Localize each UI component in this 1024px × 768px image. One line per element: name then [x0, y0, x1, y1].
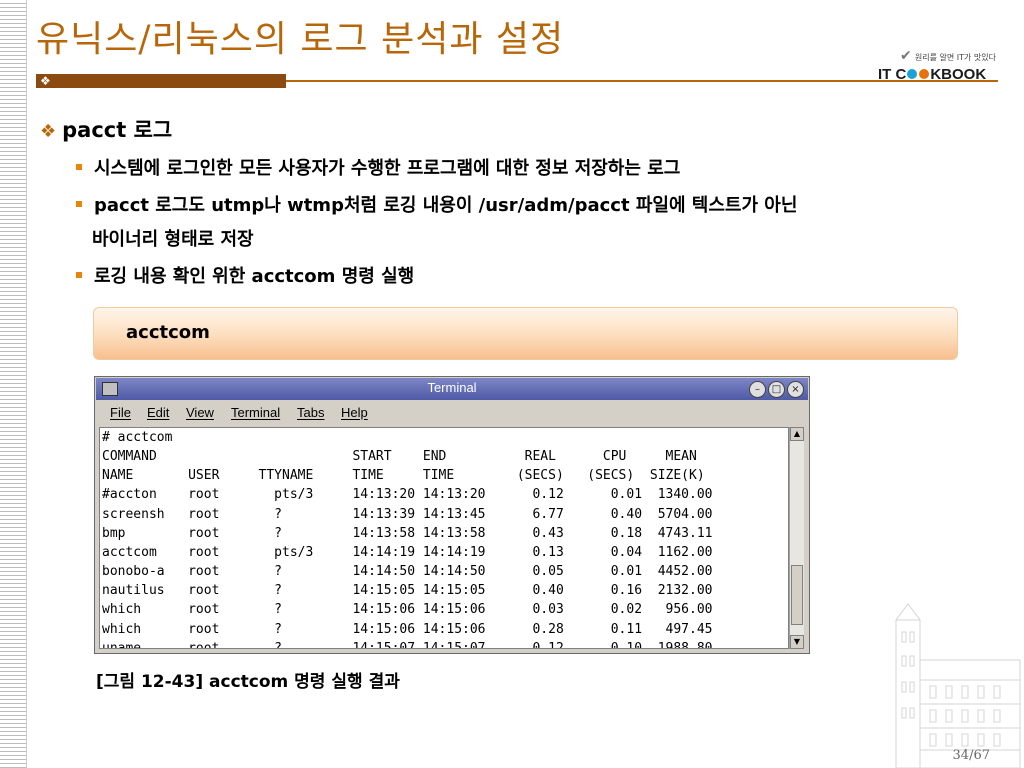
terminal-titlebar[interactable]: Terminal – □ ×	[96, 378, 808, 400]
terminal-row: uname root ? 14:15:07 14:15:07 0.12 0.10…	[102, 640, 713, 649]
bullet-text: 시스템에 로그인한 모든 사용자가 수행한 프로그램에 대한 정보 저장하는 로…	[94, 158, 681, 179]
terminal-window: Terminal – □ × File Edit View Terminal T…	[94, 376, 810, 654]
terminal-output[interactable]: # acctcom COMMAND START END REAL CPU MEA…	[99, 427, 789, 649]
logo-wordmark: IT C KBOOK	[878, 66, 987, 83]
terminal-row: #accton root pts/3 14:13:20 14:13:20 0.1…	[102, 487, 713, 503]
terminal-prompt-line: # acctcom	[102, 430, 173, 445]
decorative-side-stripe	[0, 0, 27, 768]
terminal-row: which root ? 14:15:06 14:15:06 0.28 0.11…	[102, 621, 713, 637]
scrollbar-thumb[interactable]	[791, 565, 803, 625]
menu-view[interactable]: View	[186, 405, 214, 420]
slide-title: 유닉스/리눅스의 로그 분석과 설정	[36, 19, 565, 60]
figure-caption: [그림 12-43] acctcom 명령 실행 결과	[96, 672, 400, 692]
logo-slogan: 원리를 알면 IT가 맛있다	[914, 53, 996, 62]
scroll-down-icon[interactable]: ▼	[790, 635, 804, 649]
square-bullet-icon	[76, 201, 82, 207]
menu-help[interactable]: Help	[341, 405, 368, 420]
check-icon: ✔	[900, 48, 912, 64]
terminal-menubar: File Edit View Terminal Tabs Help	[96, 401, 808, 425]
bullet-text: pacct 로그도 utmp나 wtmp처럼 로깅 내용이 /usr/adm/p…	[94, 195, 798, 216]
square-bullet-icon	[76, 272, 82, 278]
terminal-header-row: NAME USER TTYNAME TIME TIME (SECS) (SECS…	[102, 468, 705, 484]
menu-terminal[interactable]: Terminal	[231, 405, 280, 420]
bullet-text: 로깅 내용 확인 위한 acctcom 명령 실행	[94, 266, 415, 287]
terminal-row: which root ? 14:15:06 14:15:06 0.03 0.02…	[102, 602, 713, 618]
minimize-icon[interactable]: –	[749, 381, 766, 398]
terminal-row: bonobo-a root ? 14:14:50 14:14:50 0.05 0…	[102, 564, 713, 580]
command-box: acctcom	[93, 307, 958, 360]
close-icon[interactable]: ×	[787, 381, 804, 398]
maximize-icon[interactable]: □	[768, 381, 785, 398]
diamond-mini-icon: ❖	[40, 74, 51, 88]
terminal-row: nautilus root ? 14:15:05 14:15:05 0.40 0…	[102, 583, 713, 599]
bullet-item: 시스템에 로그인한 모든 사용자가 수행한 프로그램에 대한 정보 저장하는 로…	[76, 154, 680, 180]
diamond-bullet-icon: ❖	[40, 121, 57, 142]
scroll-up-icon[interactable]: ▲	[790, 427, 804, 441]
menu-tabs[interactable]: Tabs	[297, 405, 324, 420]
title-underline-dark	[36, 74, 286, 88]
menu-edit[interactable]: Edit	[147, 405, 169, 420]
terminal-row: bmp root ? 14:13:58 14:13:58 0.43 0.18 4…	[102, 525, 713, 541]
terminal-scrollbar[interactable]: ▲ ▼	[789, 427, 804, 649]
menu-file[interactable]: File	[110, 405, 131, 420]
terminal-row: acctcom root pts/3 14:14:19 14:14:19 0.1…	[102, 544, 713, 560]
building-watermark-icon	[895, 603, 1021, 768]
square-bullet-icon	[76, 164, 82, 170]
bullet-item: 로깅 내용 확인 위한 acctcom 명령 실행	[76, 262, 414, 288]
page-number: 34/67	[952, 748, 990, 763]
terminal-row: screensh root ? 14:13:39 14:13:45 6.77 0…	[102, 506, 713, 522]
command-text: acctcom	[126, 322, 210, 343]
bullet-continuation: 바이너리 형태로 저장	[92, 229, 254, 250]
terminal-header-row: COMMAND START END REAL CPU MEAN	[102, 449, 697, 465]
section-heading: ❖ pacct 로그	[40, 114, 172, 144]
bullet-item: pacct 로그도 utmp나 wtmp처럼 로깅 내용이 /usr/adm/p…	[76, 191, 797, 217]
section-heading-text: pacct 로그	[62, 118, 173, 142]
it-cookbook-logo: ✔ 원리를 알면 IT가 맛있다 IT C KBOOK	[872, 48, 996, 86]
terminal-title: Terminal	[427, 380, 477, 395]
